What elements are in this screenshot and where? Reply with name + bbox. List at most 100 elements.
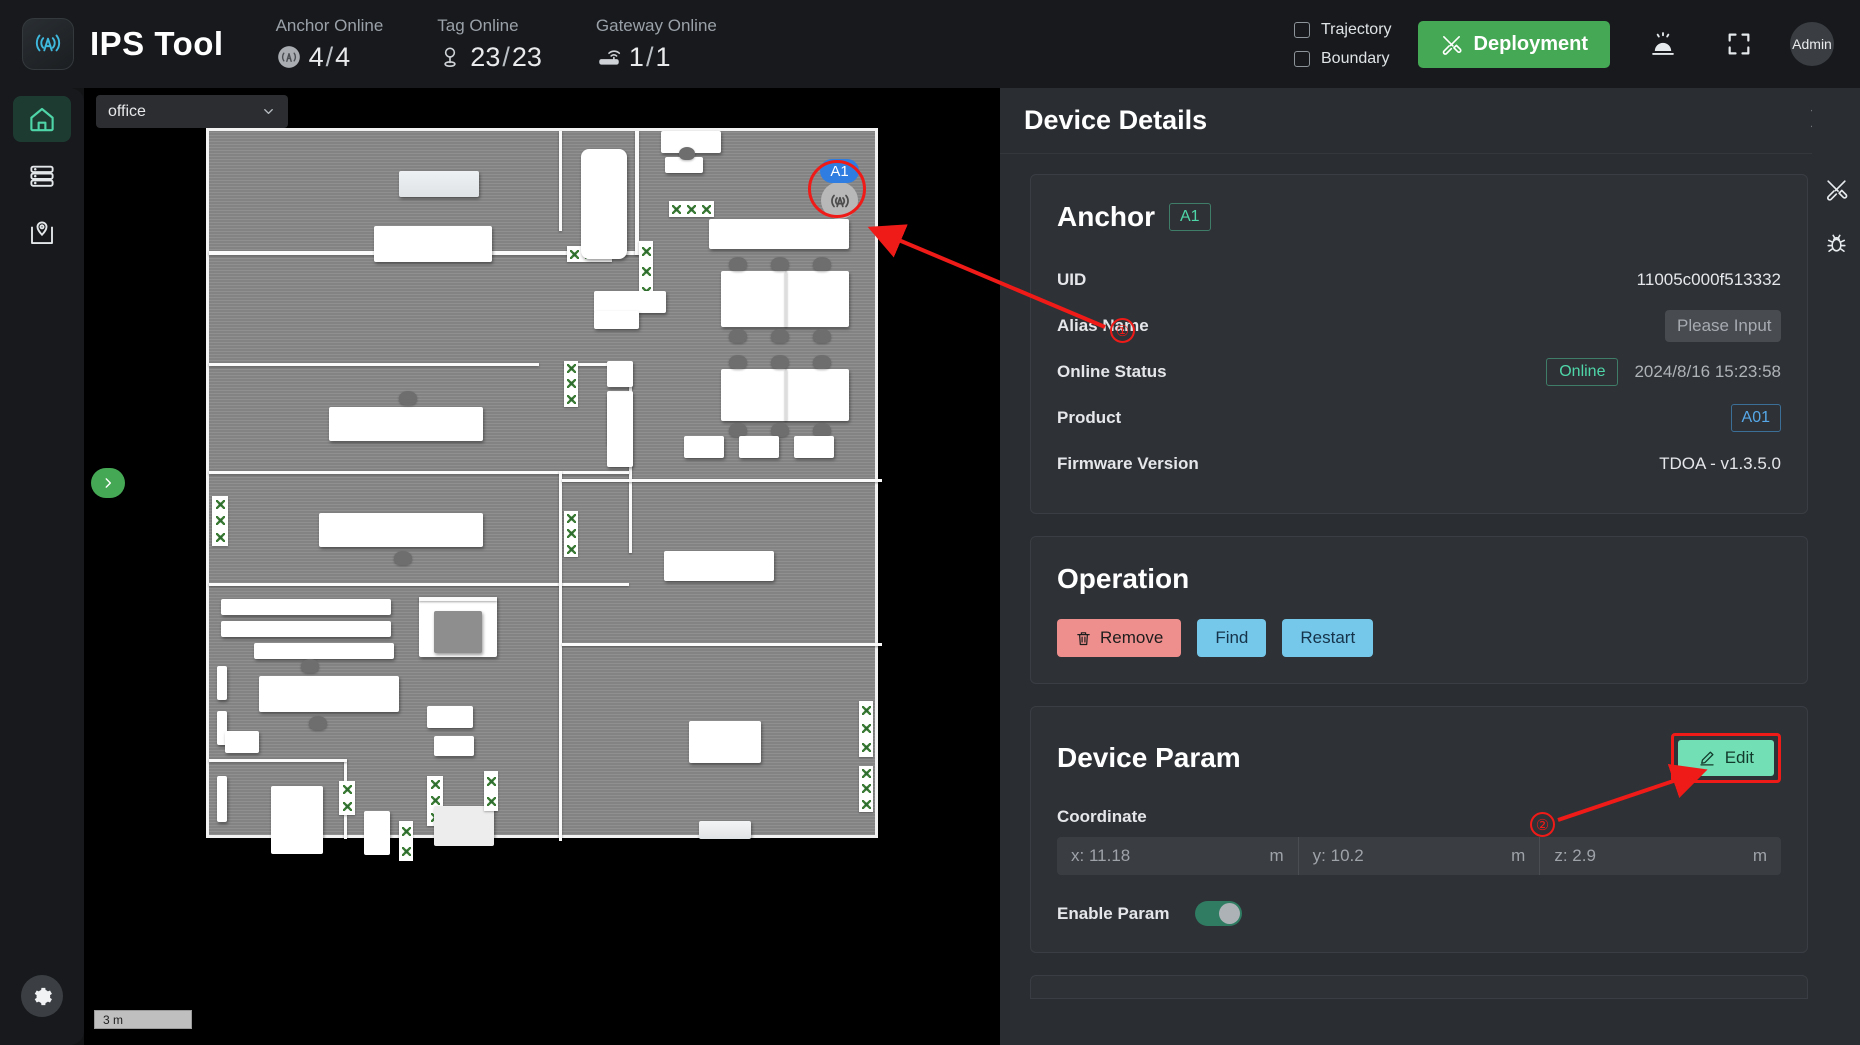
avatar[interactable]: Admin: [1790, 22, 1834, 66]
deployment-button-label: Deployment: [1473, 32, 1588, 55]
row-label: Product: [1057, 408, 1122, 427]
stat-online-count: 1: [628, 41, 644, 72]
stat-online-count: 23: [470, 41, 501, 72]
row-online-status: Online Status Online 2024/8/16 15:23:58: [1057, 349, 1781, 395]
anchor-card-header: Anchor A1: [1057, 201, 1781, 233]
sidebar-item-devices[interactable]: [13, 153, 71, 199]
stat-gateway-online: Gateway Online 1 / 1: [596, 16, 717, 73]
map-scale-bar: 3 m: [94, 1010, 192, 1029]
stat-total-count: 1: [655, 41, 671, 72]
trash-icon: [1077, 631, 1090, 645]
stat-total-count: 4: [335, 41, 351, 72]
stat-total-count: 23: [511, 41, 542, 72]
app-root: IPS Tool Anchor Online 4 / 4 Tag Online …: [0, 0, 1860, 1045]
alarm-bell-icon: [1652, 32, 1674, 55]
checkbox-box[interactable]: [1294, 50, 1310, 67]
annotation-number-1: ①: [1110, 318, 1135, 343]
stat-separator: /: [502, 41, 510, 72]
edit-button[interactable]: Edit: [1677, 740, 1774, 776]
row-label: UID: [1057, 270, 1087, 289]
alias-name-input[interactable]: Please Input: [1665, 310, 1781, 342]
settings-button[interactable]: [21, 975, 63, 1017]
stat-separator: /: [325, 41, 334, 72]
anchor-id-tag: A1: [1169, 203, 1211, 231]
next-card-partial: [1030, 975, 1808, 999]
site-select[interactable]: office: [96, 95, 288, 128]
restart-button[interactable]: Restart: [1282, 619, 1374, 657]
checkbox-boundary[interactable]: Boundary: [1294, 50, 1392, 68]
tools-icon: [1442, 35, 1462, 55]
map-scale-label: 3 m: [103, 1012, 124, 1027]
header-stats: Anchor Online 4 / 4 Tag Online 23 / 23 G…: [276, 16, 771, 73]
edit-button-label: Edit: [1724, 748, 1754, 767]
header-checkboxes: Trajectory Boundary: [1294, 21, 1392, 68]
debug-button[interactable]: [1812, 216, 1860, 270]
status-badge: Online: [1546, 358, 1619, 386]
row-product: Product A01: [1057, 395, 1781, 441]
device-param-card: Device Param Edit Coordinate x: 11.18 m …: [1030, 706, 1808, 953]
coordinate-x-value: x: 11.18: [1071, 846, 1131, 865]
chevron-right-icon: [105, 478, 112, 488]
fullscreen-icon: [1728, 33, 1750, 55]
row-uid: UID 11005c000f513332: [1057, 257, 1781, 303]
panel-header: Device Details: [1000, 88, 1860, 154]
sidebar-item-map[interactable]: [13, 210, 71, 256]
chevron-down-icon: [264, 109, 273, 114]
device-details-panel: Device Details Anchor A1 UID 11005c000f5…: [1000, 88, 1860, 1045]
find-button[interactable]: Find: [1197, 619, 1267, 657]
coordinate-x-input[interactable]: x: 11.18 m: [1057, 837, 1298, 875]
fullscreen-button[interactable]: [1716, 21, 1762, 67]
coordinate-y-value: y: 10.2: [1312, 846, 1364, 865]
stat-online-count: 4: [308, 41, 324, 72]
operation-card: Operation Remove Find Restart: [1030, 536, 1808, 684]
panel-body: Anchor A1 UID 11005c000f513332 Alias Nam…: [1000, 154, 1838, 1045]
panel-expander-button[interactable]: [91, 468, 125, 498]
floor-plan[interactable]: A1: [206, 128, 882, 861]
device-param-title: Device Param: [1057, 742, 1241, 773]
stat-separator: /: [645, 41, 654, 72]
edit-button-highlight: Edit: [1670, 733, 1781, 783]
anchor-card-title: Anchor: [1057, 201, 1155, 232]
annotation-circle-anchor: [808, 160, 866, 218]
checkbox-trajectory[interactable]: Trajectory: [1294, 21, 1392, 39]
coordinate-z-input[interactable]: z: 2.9 m: [1539, 837, 1781, 875]
pencil-icon: [1700, 751, 1714, 766]
stat-tag-online: Tag Online 23 / 23: [437, 16, 542, 73]
alarm-button[interactable]: [1640, 21, 1686, 67]
left-sidebar: [0, 88, 84, 1045]
enable-param-toggle[interactable]: [1195, 901, 1243, 926]
app-header: IPS Tool Anchor Online 4 / 4 Tag Online …: [0, 0, 1860, 88]
tag-pin-icon: [444, 47, 456, 68]
antenna-icon: [35, 34, 61, 52]
panel-title: Device Details: [1024, 105, 1208, 135]
gear-icon: [34, 987, 52, 1005]
coordinate-z-unit: m: [1752, 846, 1768, 865]
avatar-label: Admin: [1792, 36, 1832, 52]
operation-buttons: Remove Find Restart: [1057, 619, 1781, 657]
checkbox-box[interactable]: [1294, 21, 1310, 38]
app-title: IPS Tool: [90, 25, 224, 62]
anchor-card: Anchor A1 UID 11005c000f513332 Alias Nam…: [1030, 174, 1808, 514]
tools-icon: [1826, 179, 1847, 201]
coordinate-y-input[interactable]: y: 10.2 m: [1297, 837, 1540, 875]
coordinate-inputs: x: 11.18 m y: 10.2 m z: 2.9 m: [1057, 837, 1781, 875]
row-value: 11005c000f513332: [1636, 270, 1781, 289]
annotation-number-2: ②: [1530, 812, 1555, 837]
remove-button-label: Remove: [1100, 628, 1164, 647]
enable-param-row: Enable Param: [1057, 901, 1781, 926]
stat-label: Gateway Online: [595, 15, 717, 35]
remove-button[interactable]: Remove: [1057, 619, 1182, 657]
row-alias-name: Alias Name Please Input: [1057, 303, 1781, 349]
row-firmware-version: Firmware Version TDOA - v1.3.5.0: [1057, 441, 1781, 487]
row-label: Firmware Version: [1057, 454, 1199, 473]
deployment-button[interactable]: Deployment: [1417, 20, 1610, 68]
map-area[interactable]: A1 office 3 m: [84, 88, 1000, 1045]
deploy-tools-button[interactable]: [1812, 162, 1860, 216]
operation-card-header: Operation: [1057, 563, 1781, 595]
find-button-label: Find: [1215, 628, 1249, 647]
sidebar-item-home[interactable]: [13, 96, 71, 142]
anchor-icon: [277, 46, 300, 68]
app-logo: [22, 18, 74, 70]
coordinate-y-unit: m: [1511, 846, 1526, 865]
site-select-value: office: [108, 102, 146, 120]
